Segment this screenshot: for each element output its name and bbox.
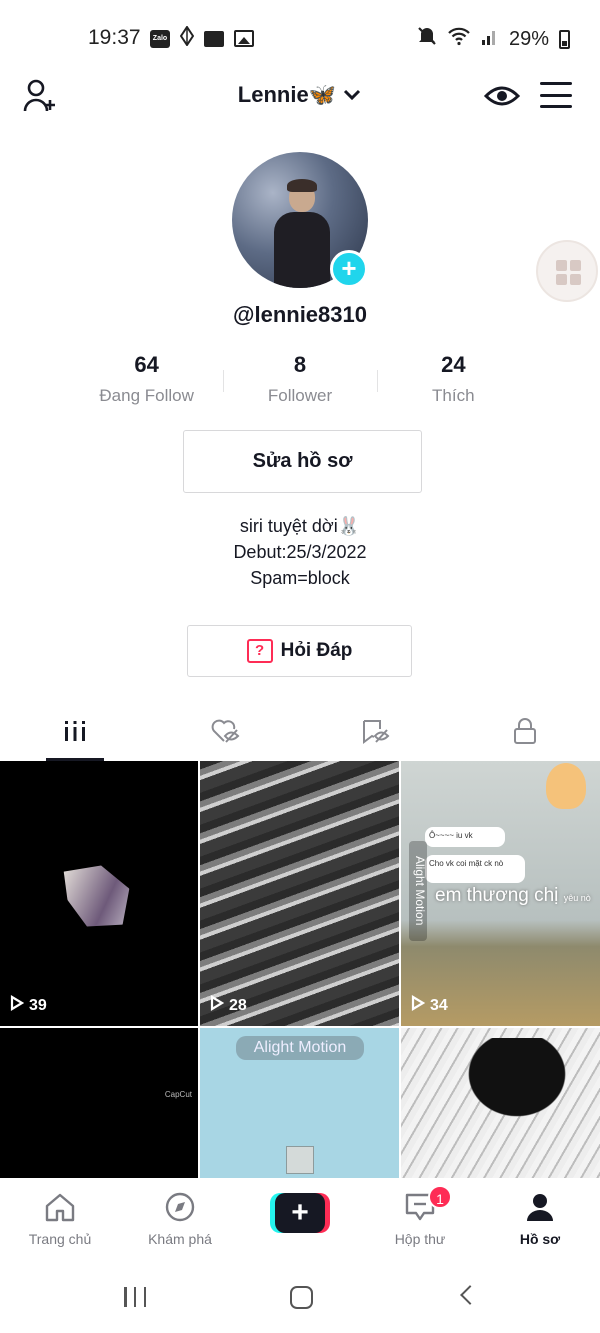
profile-header: Lennie🦋	[0, 70, 600, 120]
battery-icon	[559, 29, 570, 49]
bio-line: siri tuyệt dời🐰	[239, 516, 361, 536]
chevron-down-icon	[342, 82, 362, 107]
view-count: 28	[210, 995, 247, 1016]
diamond-icon	[179, 25, 195, 51]
profile-tabs	[0, 705, 600, 761]
battery-percent: 29%	[508, 27, 549, 50]
videos-grid-icon	[63, 719, 87, 748]
mute-icon	[417, 26, 437, 52]
qa-button[interactable]: ? Hỏi Đáp	[187, 625, 412, 677]
bio-line: Debut:25/3/2022	[233, 542, 367, 562]
avatar-photo	[274, 179, 330, 288]
menu-button[interactable]	[540, 82, 572, 108]
gallery-icon	[234, 30, 254, 47]
signal-icon	[481, 26, 499, 52]
liked-hidden-icon	[210, 718, 240, 749]
nav-label: Hộp thư	[394, 1231, 446, 1247]
compass-icon	[164, 1192, 196, 1226]
eye-icon	[483, 86, 521, 114]
status-time: 19:37	[88, 26, 141, 49]
view-count: 39	[10, 995, 47, 1016]
nav-home[interactable]: Trang chủ	[0, 1178, 120, 1260]
back-icon[interactable]	[460, 1285, 480, 1305]
tab-private[interactable]	[450, 705, 600, 761]
nav-label: Trang chủ	[28, 1231, 92, 1247]
wifi-icon	[447, 26, 471, 52]
stat-likes[interactable]: 24 Thích	[376, 352, 530, 406]
view-count: 34	[411, 995, 448, 1016]
notification-icons: Zalo	[150, 25, 254, 51]
nav-discover[interactable]: Khám phá	[120, 1178, 240, 1260]
folder-icon	[204, 30, 224, 47]
video-thumbnail[interactable]: Ô~~~~ iu vk Cho vk coi mặt ck nò Alight …	[401, 761, 600, 1026]
bio-line: Spam=block	[250, 568, 350, 588]
watermark: Alight Motion	[409, 841, 427, 941]
video-thumbnail[interactable]: 39	[0, 761, 198, 1026]
profile-views-button[interactable]	[483, 82, 521, 110]
system-navigation	[0, 1260, 600, 1333]
nav-create[interactable]: +	[240, 1178, 360, 1260]
watermark: CapCut	[164, 1090, 192, 1099]
watermark: Alight Motion	[236, 1036, 364, 1060]
nav-label: Khám phá	[148, 1231, 212, 1247]
inbox-badge: 1	[428, 1185, 452, 1209]
stat-label: Thích	[432, 386, 475, 405]
tab-videos[interactable]	[0, 705, 150, 761]
menu-icon	[540, 82, 572, 85]
stat-label: Đang Follow	[99, 386, 194, 405]
stat-value: 8	[293, 352, 307, 377]
profile-stats: 64 Đang Follow 8 Follower 24 Thích	[70, 352, 530, 406]
home-button-icon[interactable]	[290, 1286, 313, 1309]
add-story-plus-icon[interactable]: +	[330, 250, 368, 288]
tab-favorites[interactable]	[300, 705, 450, 761]
tab-liked[interactable]	[150, 705, 300, 761]
video-thumbnail[interactable]: CapCut	[0, 1028, 198, 1178]
nav-label: Hồ sơ	[519, 1231, 561, 1247]
video-grid: 39 28 Ô~~~~ iu vk Cho vk coi mặt ck nò A…	[0, 761, 600, 1178]
stat-followers[interactable]: 8 Follower	[223, 352, 376, 406]
video-thumbnail[interactable]	[401, 1028, 600, 1178]
system-icons: 29%	[417, 26, 570, 52]
home-icon	[44, 1193, 76, 1226]
status-bar: 19:37 Zalo 29%	[0, 0, 600, 70]
video-thumbnail[interactable]: 28	[200, 761, 399, 1026]
play-icon	[10, 995, 25, 1016]
profile-icon	[524, 1194, 556, 1226]
nav-inbox[interactable]: 1 Hộp thư	[360, 1178, 480, 1260]
bio: siri tuyệt dời🐰 Debut:25/3/2022 Spam=blo…	[0, 513, 600, 591]
profile-title: Lennie🦋	[237, 82, 337, 107]
create-plus-icon: +	[270, 1193, 330, 1233]
question-icon: ?	[246, 639, 273, 663]
bottom-navigation: Trang chủ Khám phá + 1 Hộp thư Hồ sơ	[0, 1178, 600, 1260]
inbox-icon	[404, 1193, 436, 1226]
play-icon	[411, 995, 426, 1016]
recent-apps-icon[interactable]	[124, 1287, 146, 1307]
play-icon	[210, 995, 225, 1016]
floating-grid-button[interactable]	[536, 240, 598, 302]
video-caption: em thương chị yêu nò	[435, 885, 591, 906]
stat-value: 24	[441, 352, 466, 377]
stat-following[interactable]: 64 Đang Follow	[70, 352, 223, 406]
favorites-hidden-icon	[360, 718, 390, 749]
qa-label: Hỏi Đáp	[280, 640, 353, 661]
stat-label: Follower	[267, 386, 333, 405]
username: @lennie8310	[233, 302, 367, 327]
stat-value: 64	[134, 352, 159, 377]
nav-profile[interactable]: Hồ sơ	[480, 1178, 600, 1260]
lock-icon	[513, 717, 537, 750]
video-thumbnail[interactable]: Alight Motion	[200, 1028, 399, 1178]
edit-profile-button[interactable]: Sửa hồ sơ	[183, 430, 422, 493]
zalo-icon: Zalo	[150, 29, 170, 48]
